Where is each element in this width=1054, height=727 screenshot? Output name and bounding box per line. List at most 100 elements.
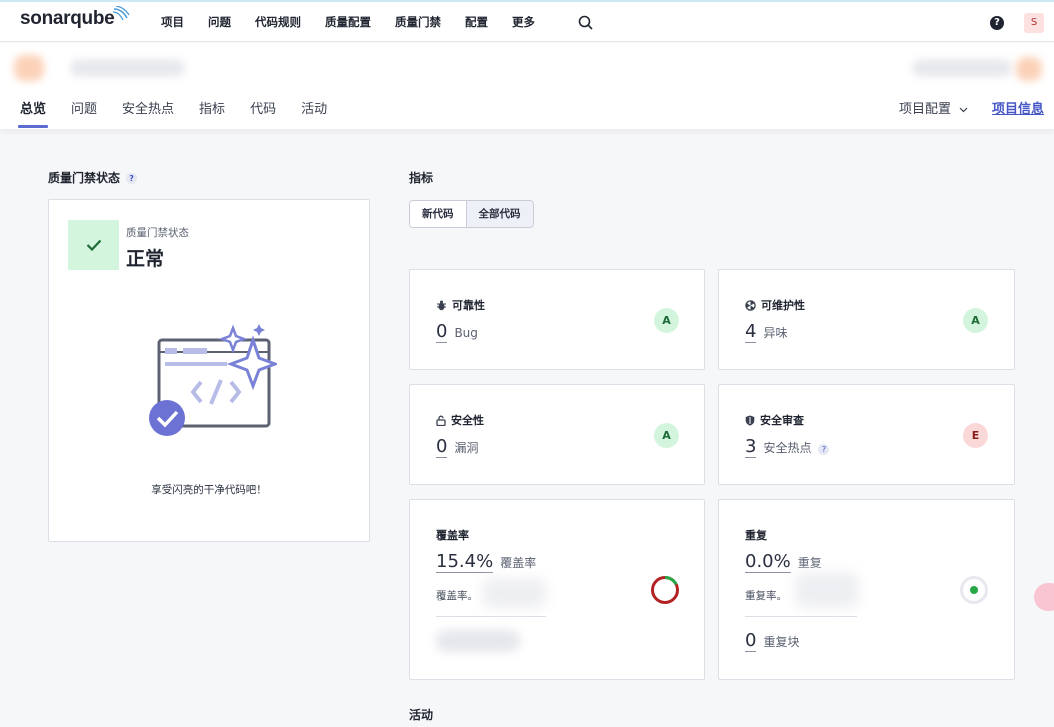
duplication-percent-link[interactable]: 0.0% xyxy=(745,552,791,573)
coverage-lines-blurred xyxy=(482,578,546,608)
tab-measures[interactable]: 指标 xyxy=(199,98,225,128)
avatar[interactable]: S xyxy=(1024,13,1044,33)
tab-issues[interactable]: 问题 xyxy=(71,98,97,128)
security-review-title: 安全审查 xyxy=(745,412,804,428)
security-review-label: 安全审查 xyxy=(760,414,804,427)
reliability-value-row: 0 Bug xyxy=(436,322,478,343)
help-question-icon[interactable]: ? xyxy=(818,444,830,455)
bugs-count-link[interactable]: 0 xyxy=(436,322,448,343)
floating-assistant-button[interactable] xyxy=(1034,583,1054,611)
security-review-value-row: 3 安全热点 ? xyxy=(745,437,830,458)
vulnerabilities-count-link[interactable]: 0 xyxy=(436,437,448,458)
duplication-card: 重复 0.0% 重复 重复率。 0 重复块 xyxy=(718,499,1015,680)
code-smells-count-link[interactable]: 4 xyxy=(745,322,757,343)
overall-code-button[interactable]: 全部代码 xyxy=(465,201,533,227)
coverage-subtext: 覆盖率。 xyxy=(436,590,478,602)
search-icon[interactable] xyxy=(578,15,593,34)
project-info-link[interactable]: 项目信息 xyxy=(992,98,1044,117)
project-header: 总览 问题 安全热点 指标 代码 活动 项目配置 项目信息 xyxy=(0,43,1054,129)
quality-gate-heading: 质量门禁状态 xyxy=(48,171,121,185)
hotspots-count-link[interactable]: 3 xyxy=(745,437,757,458)
project-settings-label: 项目配置 xyxy=(899,102,952,117)
duplicated-blocks-link[interactable]: 0 xyxy=(745,631,757,652)
quality-gate-message: 享受闪亮的干净代码吧！ xyxy=(151,484,267,496)
vulnerabilities-unit: 漏洞 xyxy=(454,441,479,455)
coverage-uncovered-blurred xyxy=(436,630,520,652)
duplicated-blocks-unit: 重复块 xyxy=(763,635,800,649)
maintainability-label: 可维护性 xyxy=(761,299,805,312)
security-rating-badge[interactable]: A xyxy=(654,423,679,448)
tab-activity[interactable]: 活动 xyxy=(301,98,327,128)
nav-rules[interactable]: 代码规则 xyxy=(255,14,301,30)
coverage-percent-link[interactable]: 15.4% xyxy=(436,552,494,573)
maintainability-value-row: 4 异味 xyxy=(745,322,787,343)
security-card: 安全性 0 漏洞 A xyxy=(409,384,705,485)
tab-overview[interactable]: 总览 xyxy=(17,98,49,128)
chevron-down-icon xyxy=(959,107,968,112)
coverage-ring-icon[interactable] xyxy=(650,575,680,605)
security-title: 安全性 xyxy=(436,412,484,428)
nav-quality-gates[interactable]: 质量门禁 xyxy=(395,14,441,30)
coverage-card: 覆盖率 15.4% 覆盖率 覆盖率。 xyxy=(409,499,705,680)
project-action-blurred xyxy=(1016,57,1042,81)
reliability-card: 可靠性 0 Bug A xyxy=(409,269,705,370)
duplication-indicator-icon[interactable] xyxy=(959,575,989,605)
shield-icon xyxy=(745,415,755,426)
lock-icon xyxy=(436,415,446,426)
nav-administration[interactable]: 配置 xyxy=(465,14,488,30)
duplicated-blocks-row: 0 重复块 xyxy=(745,631,799,652)
security-value-row: 0 漏洞 xyxy=(436,437,478,458)
help-question-icon[interactable]: ? xyxy=(126,173,138,184)
bugs-unit: Bug xyxy=(454,326,478,340)
coverage-title: 覆盖率 xyxy=(436,529,469,542)
security-label: 安全性 xyxy=(451,414,484,427)
help-icon[interactable]: ? xyxy=(990,16,1004,30)
reliability-rating-badge[interactable]: A xyxy=(654,308,679,333)
check-icon xyxy=(68,220,119,270)
reliability-title: 可靠性 xyxy=(436,297,485,313)
hotspots-unit: 安全热点 xyxy=(763,441,812,455)
project-settings-menu[interactable]: 项目配置 xyxy=(899,98,968,117)
logo-text: sonarqube xyxy=(20,8,115,29)
duplication-divider xyxy=(745,616,857,617)
tab-code[interactable]: 代码 xyxy=(250,98,276,128)
duplication-title: 重复 xyxy=(745,529,767,542)
project-name-blurred xyxy=(70,59,185,77)
quality-gate-section-title: 质量门禁状态? xyxy=(48,169,138,186)
maintainability-title: 可维护性 xyxy=(745,297,805,313)
new-code-button[interactable]: 新代码 xyxy=(410,201,466,227)
duplication-value-row: 0.0% 重复 xyxy=(745,552,822,573)
main-nav: 项目 问题 代码规则 质量配置 质量门禁 配置 更多 xyxy=(161,14,559,30)
code-smell-icon xyxy=(745,299,756,311)
maintainability-card: 可维护性 4 异味 A xyxy=(718,269,1015,370)
clean-code-illustration-icon xyxy=(149,324,277,436)
coverage-unit: 覆盖率 xyxy=(500,556,537,570)
nav-quality-profiles[interactable]: 质量配置 xyxy=(325,14,371,30)
quality-gate-status: 正常 xyxy=(126,248,165,270)
coverage-divider xyxy=(436,616,546,617)
project-meta-blurred xyxy=(912,59,1012,77)
security-review-card: 安全审查 3 安全热点 ? E xyxy=(718,384,1015,485)
project-breadcrumb-blurred xyxy=(14,55,44,81)
security-review-rating-badge[interactable]: E xyxy=(963,423,988,448)
nav-issues[interactable]: 问题 xyxy=(208,14,231,30)
nav-more[interactable]: 更多 xyxy=(512,14,535,30)
top-navigation: sonarqube 项目 问题 代码规则 质量配置 质量门禁 配置 更多 ? S xyxy=(0,0,1054,42)
duplication-subtext: 重复率。 xyxy=(745,590,787,602)
reliability-label: 可靠性 xyxy=(452,299,485,312)
duplication-unit: 重复 xyxy=(797,556,822,570)
quality-gate-card: 质量门禁状态 正常 享受闪亮的干净代码吧！ xyxy=(48,199,370,542)
logo-waves-icon xyxy=(113,6,130,21)
duplication-lines-blurred xyxy=(795,572,859,608)
code-smells-unit: 异味 xyxy=(763,326,788,340)
project-tabs: 总览 问题 安全热点 指标 代码 活动 xyxy=(17,98,352,128)
tab-security-hotspots[interactable]: 安全热点 xyxy=(122,98,174,128)
code-scope-toggle: 新代码 全部代码 xyxy=(409,200,534,228)
nav-projects[interactable]: 项目 xyxy=(161,14,184,30)
metrics-section-title: 指标 xyxy=(409,171,434,185)
coverage-value-row: 15.4% 覆盖率 xyxy=(436,552,536,573)
sonarqube-logo[interactable]: sonarqube xyxy=(20,6,130,30)
maintainability-rating-badge[interactable]: A xyxy=(963,308,988,333)
quality-gate-label: 质量门禁状态 xyxy=(126,227,189,239)
activity-section-title: 活动 xyxy=(409,708,434,722)
